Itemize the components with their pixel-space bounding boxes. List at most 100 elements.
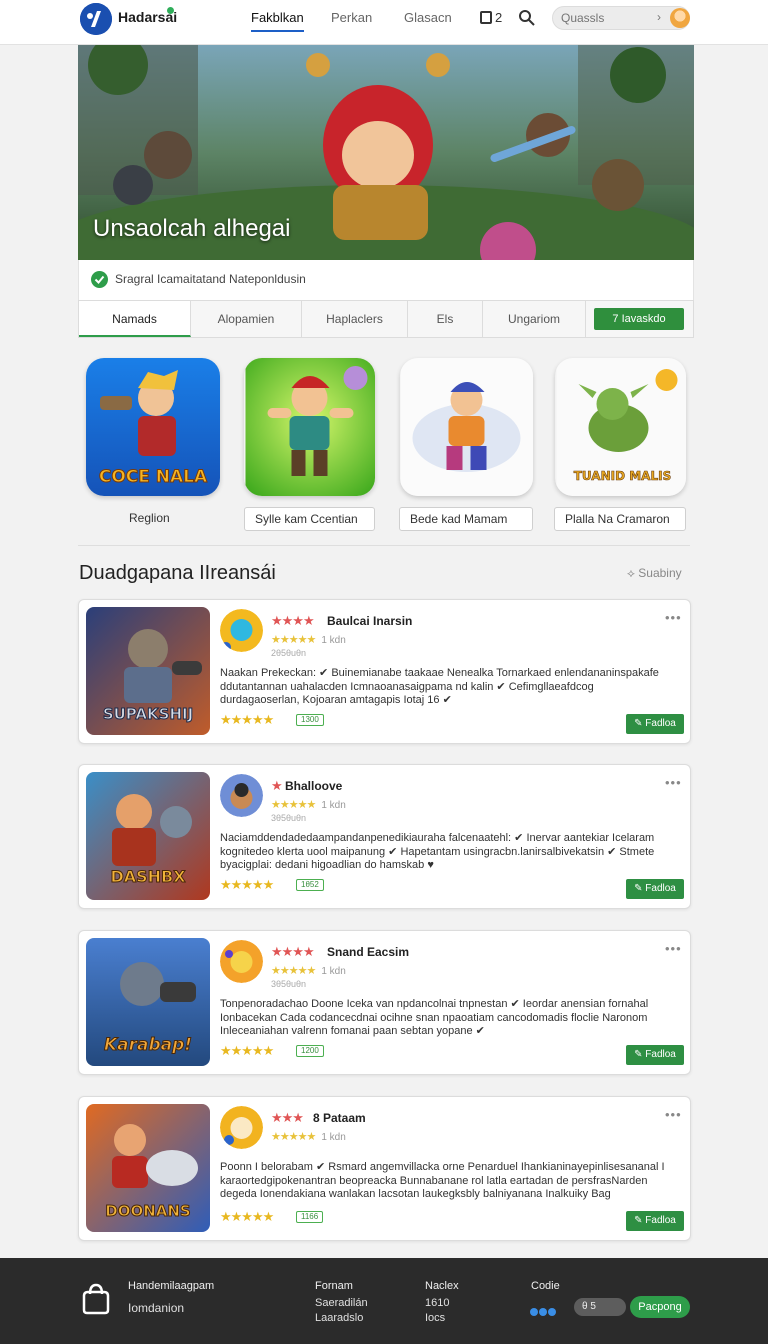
review-card[interactable]: Karabap! ★★★★ Snand Eacsim ★★★★★ 1 kdn 3θ… [78,930,691,1075]
mini-stars: ★★★★★ [271,1131,316,1143]
review-stars: ★★★★ [271,613,315,628]
review-meta: ★★★★★ 1 kdn [271,798,346,811]
mini-stars: ★★★★★ [271,799,316,811]
user-avatar[interactable] [670,8,690,28]
social-icons[interactable] [530,1303,557,1321]
nav-link-1[interactable]: Fakblkan [251,10,304,32]
brand-badge [167,7,174,14]
game-tile-3[interactable] [400,358,533,496]
review-thumbnail[interactable]: Karabap! [86,938,210,1066]
footer-col3-item[interactable]: 1610 [425,1297,449,1309]
reviewer-avatar[interactable] [220,774,263,817]
tile-art-label: COCE NALA [99,467,208,487]
more-options-icon[interactable]: ••• [665,941,682,956]
section-action-label: Suabiny [638,566,682,580]
tab-4[interactable]: Els [408,301,483,337]
footer-toggle[interactable]: θ 5 [574,1298,626,1316]
category-tabs: Namads Alopamien Haplaclers Els Ungariom… [78,300,694,338]
more-options-icon[interactable]: ••• [665,775,682,790]
thumbnail-label: SUPAKSHIJ [103,705,193,723]
review-meta: ★★★★★ 1 kdn [271,964,346,977]
review-tag: 1300 [296,714,324,726]
review-count: 1 kdn [321,635,346,646]
section-title: Duadgapana IIreansái [79,562,276,584]
footer-col2-item[interactable]: Laaradslo [315,1312,363,1324]
reviewer-avatar[interactable] [220,940,263,983]
review-meta: ★★★★★ 1 kdn [271,1130,346,1143]
review-action-button[interactable]: ✎ Fadloa [626,879,684,899]
review-date: 2θ5θuθn [271,648,307,658]
tab-3[interactable]: Haplaclers [302,301,408,337]
section-action[interactable]: ⟡ Suabiny [627,566,682,581]
tabs-action-button[interactable]: 7 Iavaskdo [594,308,684,330]
review-card[interactable]: DOONANS ★★★ 8 Pataam ★★★★★ 1 kdn ••• Poon… [78,1096,691,1241]
nav-link-2[interactable]: Perkan [331,10,372,32]
game-tile-caption-4[interactable]: Plalla Na Cramaron [554,507,686,531]
hero-banner[interactable]: Unsaolcah alhegai [78,45,694,260]
game-tile-caption-3[interactable]: Bede kad Mamam [399,507,533,531]
social-icon[interactable] [539,1308,547,1316]
review-date: 3θ5θuθn [271,979,307,989]
hero-title: Unsaolcah alhegai [93,215,291,242]
game-tile-1[interactable]: COCE NALA [86,358,220,496]
search-input[interactable] [561,10,653,26]
section-divider [78,545,690,546]
reviewer-avatar[interactable] [220,609,263,652]
footer-col2-head[interactable]: Fornam [315,1280,353,1292]
game-tile-4[interactable]: TUANID MALIS [555,358,686,496]
search-field[interactable]: › [552,6,690,30]
search-icon[interactable] [518,9,536,27]
thumbnail-label: DOONANS [105,1202,190,1220]
tab-2[interactable]: Alopamien [191,301,302,337]
social-icon[interactable] [548,1308,556,1316]
footer-col1-item[interactable]: Iomdanion [128,1301,184,1315]
footer: Handemilaagpam Iomdanion Fornam Saeradil… [0,1258,768,1344]
review-thumbnail[interactable]: DASHBX [86,772,210,900]
notification-icon [480,11,492,24]
review-title: Bhalloove [285,779,343,793]
review-action-button[interactable]: ✎ Fadloa [626,1211,684,1231]
review-action-button[interactable]: ✎ Fadloa [626,714,684,734]
footer-col1-head[interactable]: Handemilaagpam [128,1280,214,1292]
review-thumbnail-art: DOONANS [86,1104,210,1232]
more-options-icon[interactable]: ••• [665,1107,682,1122]
game-tile-caption-1[interactable]: Reglion [129,507,170,531]
footer-col2-item[interactable]: Saeradilán [315,1297,368,1309]
notification-count[interactable]: 2 [480,10,502,25]
mini-stars: ★★★★★ [271,965,316,977]
review-text: Naciamddendadedaampandanpenedikiauraha f… [220,832,655,871]
review-title: Baulcai Inarsin [327,614,413,628]
brand-logo-icon[interactable] [80,3,112,35]
game-tile-art [400,358,533,496]
nav-link-3[interactable]: Glasacn [404,10,452,32]
review-count: 1 kdn [321,800,346,811]
sort-icon: ⟡ [627,566,639,580]
review-title: 8 Pataam [313,1111,366,1125]
review-date: 3θ5θuθn [271,813,307,823]
review-card[interactable]: DASHBX ★ Bhalloove ★★★★★ 1 kdn 3θ5θuθn ••… [78,764,691,909]
game-tile-art: TUANID MALIS [556,358,686,496]
game-tile-caption-2[interactable]: Sylle kam Ccentian [244,507,375,531]
notice-text: Sragral Icamaitatand Nateponldusin [115,272,306,286]
footer-bag-icon[interactable] [79,1282,113,1316]
review-card[interactable]: SUPAKSHIJ ★★★★ Baulcai Inarsin ★★★★★ 1 kd… [78,599,691,744]
tab-5[interactable]: Ungariom [483,301,586,337]
review-title: Snand Eacsim [327,945,410,959]
footer-cta-button[interactable]: Pacpong [630,1296,690,1318]
more-options-icon[interactable]: ••• [665,610,682,625]
footer-col3-item[interactable]: Iocs [425,1312,445,1324]
review-action-button[interactable]: ✎ Fadloa [626,1045,684,1065]
tab-1[interactable]: Namads [79,301,191,337]
thumbnail-label: Karabap! [104,1035,192,1055]
review-thumbnail[interactable]: DOONANS [86,1104,210,1232]
review-tag: 1θ52 [296,879,324,891]
review-rating: ★★★★★ [220,712,274,727]
reviewer-avatar[interactable] [220,1106,263,1149]
social-icon[interactable] [530,1308,538,1316]
review-thumbnail[interactable]: SUPAKSHIJ [86,607,210,735]
review-thumbnail-art: SUPAKSHIJ [86,607,210,735]
game-tile-2[interactable] [244,358,375,496]
footer-col3-head[interactable]: Naclex [425,1280,459,1292]
review-count: 1 kdn [321,966,346,977]
review-text: Poonn I belorabam ✔ Rsmard angemvillacka… [220,1161,665,1200]
